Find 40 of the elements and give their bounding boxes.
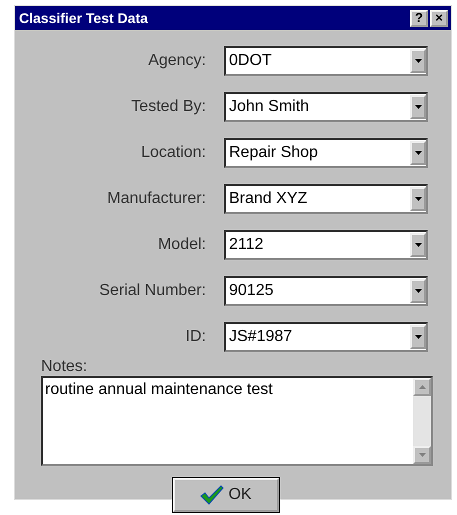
scroll-down-button[interactable] — [413, 446, 431, 464]
caret-icon — [414, 59, 422, 63]
checkmark-icon — [200, 485, 224, 505]
dropdown-field[interactable]: JS#1987 — [224, 322, 428, 352]
dropdown-field[interactable]: Repair Shop — [224, 138, 428, 168]
caret-icon — [414, 289, 422, 293]
dropdown-field[interactable]: Brand XYZ — [224, 184, 428, 214]
help-button[interactable]: ? — [410, 10, 428, 26]
down-arrow-icon — [418, 453, 426, 457]
dropdown-button[interactable] — [410, 187, 426, 211]
caret-icon — [414, 105, 422, 109]
dropdown-field[interactable]: John Smith — [224, 92, 428, 122]
scroll-up-button[interactable] — [413, 378, 431, 396]
field-label: Manufacturer: — [106, 190, 206, 208]
dropdown-button[interactable] — [410, 233, 426, 257]
field-label: Model: — [156, 236, 206, 254]
scrollbar[interactable] — [413, 378, 431, 464]
ok-button[interactable]: OK — [173, 478, 279, 512]
field-label: Agency: — [147, 52, 206, 70]
caret-icon — [414, 197, 422, 201]
dropdown-button[interactable] — [410, 141, 426, 165]
window-title: Classifier Test Data — [19, 10, 148, 26]
dropdown-field[interactable]: 2112 — [224, 230, 428, 260]
dropdown-button[interactable] — [410, 49, 426, 73]
dropdown-button[interactable] — [410, 279, 426, 303]
field-label: Serial Number: — [98, 282, 206, 300]
dropdown-button[interactable] — [410, 95, 426, 119]
caret-icon — [414, 151, 422, 155]
field-label: ID: — [184, 328, 206, 346]
caret-icon — [414, 243, 422, 247]
up-arrow-icon — [418, 385, 426, 389]
notes-label: Notes: — [41, 358, 88, 376]
field-label: Tested By: — [130, 98, 206, 116]
dropdown-field[interactable]: 90125 — [224, 276, 428, 306]
caret-icon — [414, 335, 422, 339]
dropdown-field[interactable]: 0DOT — [224, 46, 428, 76]
dropdown-button[interactable] — [410, 325, 426, 349]
notes-field[interactable]: routine annual maintenance test — [41, 376, 433, 466]
field-label: Location: — [140, 144, 206, 162]
close-button[interactable]: × — [430, 10, 448, 26]
